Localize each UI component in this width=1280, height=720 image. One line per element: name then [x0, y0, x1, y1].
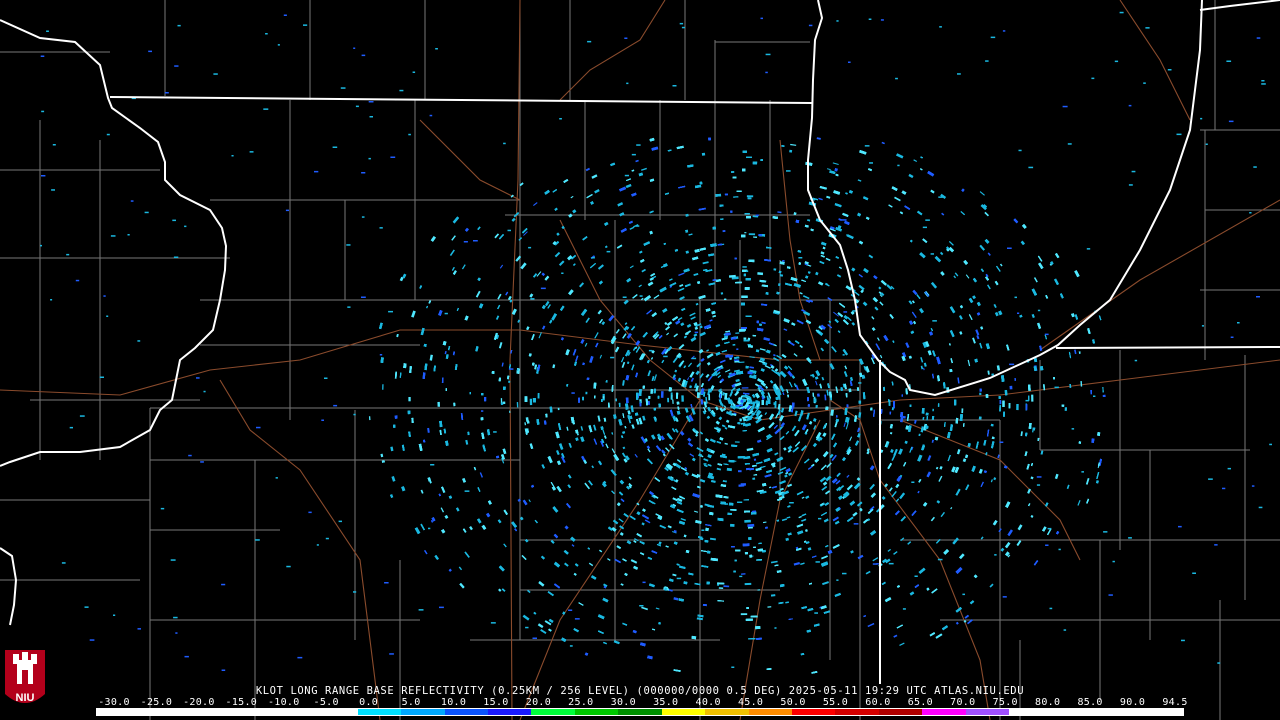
echo-pixel — [723, 585, 730, 588]
echo-pixel — [735, 332, 740, 334]
echo-pixel — [408, 396, 411, 402]
echo-pixel — [858, 400, 862, 404]
echo-pixel — [516, 402, 519, 408]
echo-pixel — [708, 394, 711, 401]
echo-pixel — [961, 408, 964, 414]
echo-pixel — [757, 589, 761, 591]
echo-pixel — [738, 470, 742, 473]
echo-pixel — [720, 292, 724, 295]
echo-pixel — [509, 410, 511, 414]
echo-pixel — [382, 384, 384, 390]
echo-pixel — [437, 401, 440, 407]
echo-pixel — [741, 387, 749, 389]
echo-pixel — [660, 391, 664, 398]
echo-pixel — [1064, 407, 1068, 411]
echo-pixel — [748, 233, 756, 236]
echo-pixel — [729, 274, 736, 278]
echo-pixel — [734, 441, 740, 443]
echo-pixel — [736, 348, 739, 351]
echo-pixel — [529, 398, 533, 406]
echo-pixel — [932, 408, 935, 412]
echo-pixel — [752, 477, 756, 480]
echo-pixel — [726, 467, 732, 472]
radar-map — [0, 0, 1280, 720]
echo-pixel — [648, 395, 651, 400]
echo-pixel — [1009, 385, 1013, 390]
echo-pixel — [701, 152, 706, 156]
echo-pixel — [747, 523, 755, 528]
echo-pixel — [979, 392, 982, 396]
echo-pixel — [757, 272, 764, 276]
echo-pixel — [508, 380, 511, 383]
echo-pixel — [746, 195, 754, 198]
echo-pixel — [585, 391, 588, 395]
echo-pixel — [1031, 394, 1034, 402]
echo-pixel — [557, 407, 560, 411]
echo-pixel — [731, 170, 735, 173]
echo-pixel — [650, 388, 654, 394]
echo-pixel — [681, 395, 684, 402]
echo-pixel — [789, 149, 793, 153]
echo-pixel — [753, 458, 757, 461]
echo-pixel — [718, 587, 724, 589]
map-background — [0, 0, 1280, 720]
echo-pixel — [744, 519, 751, 523]
echo-pixel — [481, 393, 484, 396]
echo-pixel — [1016, 403, 1019, 411]
echo-pixel — [667, 397, 670, 403]
echo-pixel — [671, 394, 673, 400]
echo-pixel — [368, 416, 371, 421]
echo-pixel — [730, 523, 735, 527]
echo-pixel — [774, 627, 777, 629]
echo-pixel — [744, 232, 747, 234]
echo-pixel — [740, 613, 748, 616]
echo-pixel — [722, 229, 726, 233]
echo-pixel — [732, 343, 736, 346]
echo-pixel — [742, 266, 747, 268]
echo-pixel — [848, 388, 852, 393]
echo-pixel — [744, 582, 752, 586]
echo-pixel — [739, 575, 743, 578]
